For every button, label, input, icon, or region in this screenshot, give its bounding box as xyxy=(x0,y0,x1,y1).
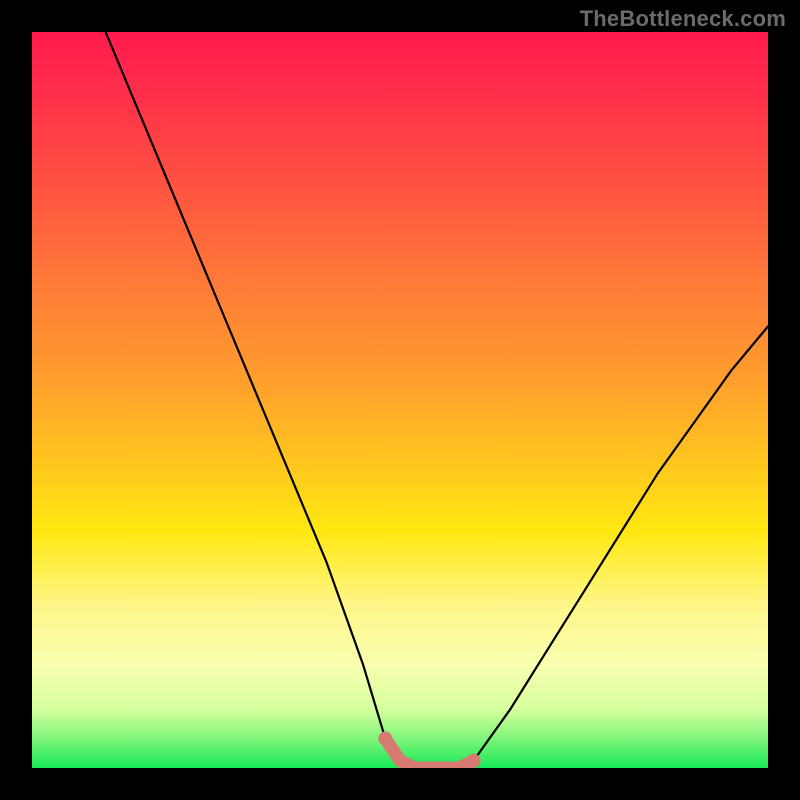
watermark-text: TheBottleneck.com xyxy=(580,6,786,32)
trough-endpoint-left xyxy=(378,732,392,746)
curve-layer xyxy=(32,32,768,768)
plot-area xyxy=(32,32,768,768)
bottleneck-curve xyxy=(106,32,768,768)
chart-frame: TheBottleneck.com xyxy=(0,0,800,800)
trough-endpoint-right xyxy=(467,754,481,768)
trough-highlight xyxy=(385,739,473,768)
